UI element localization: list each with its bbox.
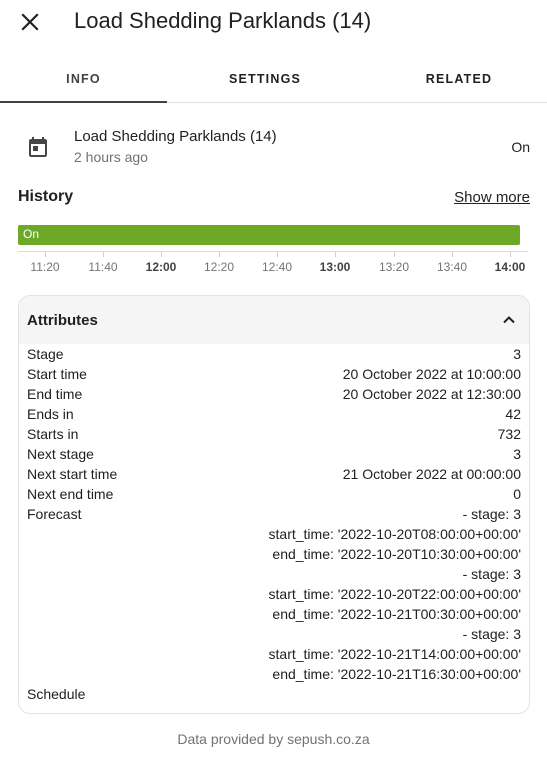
- attribute-row: Start time 20 October 2022 at 10:00:00: [27, 364, 521, 384]
- timeline-tick-label: 13:20: [378, 260, 410, 274]
- attribute-value: 732: [497, 426, 521, 442]
- timeline-tick-label: 12:20: [203, 260, 235, 274]
- attribute-row: Next stage 3: [27, 444, 521, 464]
- timeline-tick-label: 13:40: [436, 260, 468, 274]
- attribute-value: 20 October 2022 at 12:30:00: [342, 386, 521, 402]
- tab-settings[interactable]: SETTINGS: [182, 56, 348, 102]
- timeline-tick: [510, 252, 511, 257]
- tab-info[interactable]: INFO: [0, 56, 167, 102]
- timeline-tick: [219, 252, 220, 257]
- attributes-header[interactable]: Attributes: [19, 296, 529, 344]
- close-button[interactable]: [18, 10, 42, 34]
- attribute-row: - stage: 3: [27, 564, 521, 584]
- close-icon: [21, 13, 39, 31]
- history-timeline-bar[interactable]: On: [18, 225, 520, 245]
- timeline-tick-label: 11:20: [30, 260, 60, 274]
- attribute-key: Starts in: [27, 426, 79, 442]
- timeline-tick-label: 12:00: [145, 260, 177, 274]
- attribute-row: start_time: '2022-10-21T14:00:00+00:00': [27, 644, 521, 664]
- timeline-tick: [277, 252, 278, 257]
- attribute-row: Next end time 0: [27, 484, 521, 504]
- dialog-header: Load Shedding Parklands (14): [0, 0, 547, 46]
- attribute-value: - stage: 3: [462, 626, 521, 642]
- attribute-value: 21 October 2022 at 00:00:00: [342, 466, 521, 482]
- attribute-row: Stage 3: [27, 344, 521, 364]
- attribute-row: end_time: '2022-10-20T10:30:00+00:00': [27, 544, 521, 564]
- timeline-tick-label: 13:00: [319, 260, 351, 274]
- attributes-title: Attributes: [27, 312, 98, 329]
- timeline-tick: [394, 252, 395, 257]
- attribute-row: Schedule: [27, 684, 521, 704]
- history-title: History: [18, 188, 74, 205]
- attribute-value: end_time: '2022-10-21T16:30:00+00:00': [272, 666, 521, 682]
- chevron-up-icon: [503, 316, 515, 324]
- attribute-value: start_time: '2022-10-20T22:00:00+00:00': [268, 586, 521, 602]
- timeline-tick: [103, 252, 104, 257]
- timeline-tick: [452, 252, 453, 257]
- entity-row: Load Shedding Parklands (14) 2 hours ago…: [0, 120, 547, 176]
- attribute-value: 20 October 2022 at 10:00:00: [342, 366, 521, 382]
- attribute-row: end_time: '2022-10-21T00:30:00+00:00': [27, 604, 521, 624]
- attribute-key: Schedule: [27, 686, 86, 702]
- active-tab-indicator: [0, 101, 167, 103]
- entity-last-changed: 2 hours ago: [74, 149, 148, 165]
- attribute-key: Start time: [27, 366, 87, 382]
- timeline-tick-label: 11:40: [88, 260, 118, 274]
- attribute-key: Ends in: [27, 406, 74, 422]
- attribute-value: 3: [513, 346, 521, 362]
- attribute-value: - stage: 3: [462, 566, 521, 582]
- attribute-row: Ends in 42: [27, 404, 521, 424]
- show-more-link[interactable]: Show more: [454, 189, 530, 206]
- attribute-key: Next stage: [27, 446, 94, 462]
- tab-related[interactable]: RELATED: [372, 56, 546, 102]
- attributes-list: Stage 3 Start time 20 October 2022 at 10:00…: [27, 344, 521, 704]
- attribute-value: 0: [513, 486, 521, 502]
- attribute-row: Forecast - stage: 3: [27, 504, 521, 524]
- entity-state: On: [511, 139, 530, 155]
- attribute-key: Forecast: [27, 506, 82, 522]
- attributes-card: Attributes Stage 3 Start time 20 October 20…: [18, 295, 530, 714]
- attribute-row: start_time: '2022-10-20T22:00:00+00:00': [27, 584, 521, 604]
- calendar-icon: [26, 136, 50, 160]
- entity-name: Load Shedding Parklands (14): [74, 128, 277, 145]
- attribute-value: 42: [505, 406, 521, 422]
- timeline-tick: [161, 252, 162, 257]
- attribute-value: end_time: '2022-10-20T10:30:00+00:00': [272, 546, 521, 562]
- timeline-tick-label: 14:00: [494, 260, 526, 274]
- attribute-value: - stage: 3: [462, 506, 521, 522]
- attribute-row: End time 20 October 2022 at 12:30:00: [27, 384, 521, 404]
- attribute-row: start_time: '2022-10-20T08:00:00+00:00': [27, 524, 521, 544]
- attribute-key: End time: [27, 386, 83, 402]
- attribute-value: end_time: '2022-10-21T00:30:00+00:00': [272, 606, 521, 622]
- attribute-value: start_time: '2022-10-21T14:00:00+00:00': [268, 646, 521, 662]
- dialog-title: Load Shedding Parklands (14): [74, 8, 372, 33]
- attribute-key: Next end time: [27, 486, 114, 502]
- attribute-row: Next start time 21 October 2022 at 00:00:…: [27, 464, 521, 484]
- timeline-tick: [45, 252, 46, 257]
- timeline-tick: [335, 252, 336, 257]
- attribute-value: 3: [513, 446, 521, 462]
- attribute-row: Starts in 732: [27, 424, 521, 444]
- timeline-tick-label: 12:40: [261, 260, 293, 274]
- attribute-value: start_time: '2022-10-20T08:00:00+00:00': [268, 526, 521, 542]
- attribute-key: Next start time: [27, 466, 118, 482]
- attribute-row: end_time: '2022-10-21T16:30:00+00:00': [27, 664, 521, 684]
- tab-bar: INFO SETTINGS RELATED: [0, 56, 547, 103]
- attribution-text: Data provided by sepush.co.za: [177, 731, 370, 747]
- timeline-state-label: On: [23, 227, 40, 241]
- attribute-key: Stage: [27, 346, 64, 362]
- attribute-row: - stage: 3: [27, 624, 521, 644]
